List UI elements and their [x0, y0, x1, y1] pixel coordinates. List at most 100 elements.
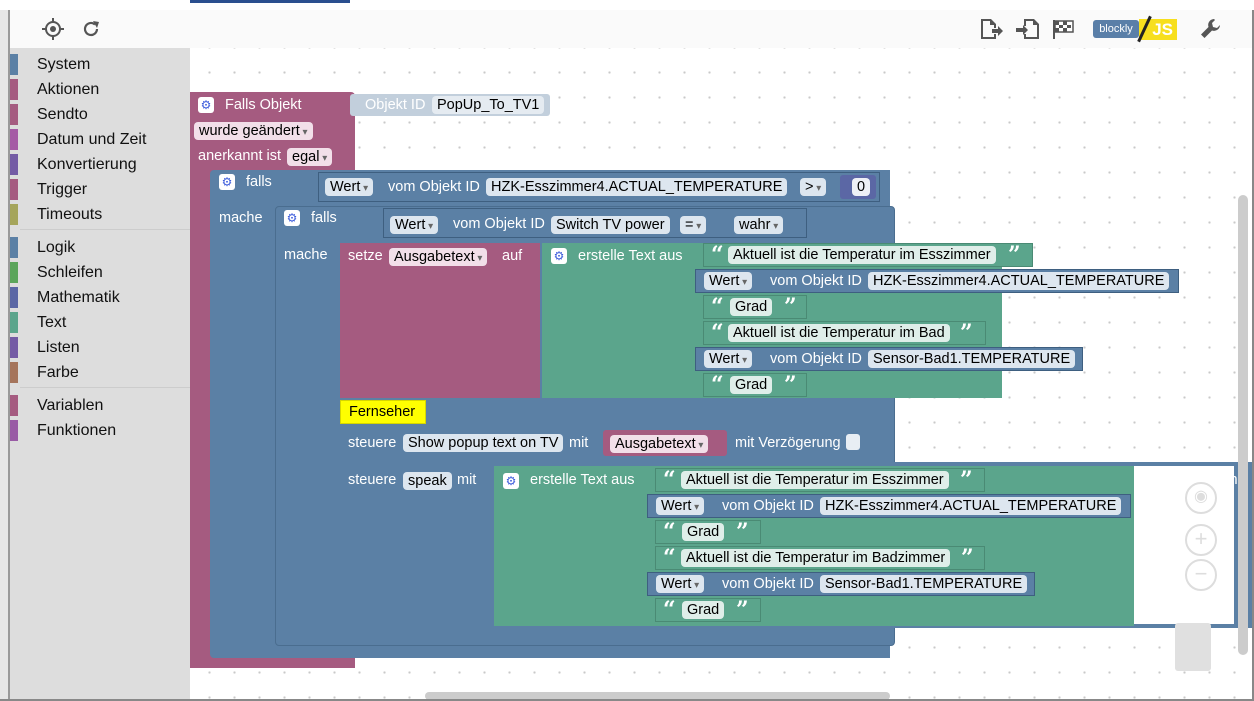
- close-quote-icon: ”: [784, 372, 797, 398]
- trigger-title: Falls Objekt: [225, 97, 302, 113]
- vom-objekt-label: vom Objekt ID: [722, 498, 814, 514]
- ack-label: anerkannt ist: [198, 148, 282, 164]
- wert-dropdown[interactable]: Wert: [704, 272, 753, 290]
- category-color-swatch: [10, 79, 18, 100]
- ack-dropdown[interactable]: egal: [287, 148, 333, 166]
- vertical-scrollbar[interactable]: [1238, 195, 1248, 655]
- gear-icon[interactable]: ⚙: [198, 97, 214, 113]
- window-left-edge: [0, 0, 10, 701]
- text-field[interactable]: Grad: [682, 523, 725, 541]
- object-id-field[interactable]: HZK-Esszimmer4.ACTUAL_TEMPERATURE: [868, 272, 1170, 290]
- category-color-swatch: [10, 420, 18, 441]
- objekt-id-field[interactable]: PopUp_To_TV1: [432, 96, 545, 114]
- wert-dropdown[interactable]: Wert: [656, 575, 705, 593]
- toolbox-category-system[interactable]: System: [10, 52, 190, 77]
- control-target-field[interactable]: Show popup text on TV: [403, 434, 564, 452]
- close-quote-icon: ”: [736, 597, 749, 623]
- text-field[interactable]: Aktuell ist die Temperatur im Bad: [728, 324, 950, 342]
- delay-checkbox[interactable]: [846, 434, 860, 450]
- blockly-workspace[interactable]: ⚙ Falls Objekt Objekt ID PopUp_To_TV1 wu…: [190, 48, 1252, 701]
- category-label: Datum und Zeit: [37, 131, 147, 148]
- text-field[interactable]: Grad: [682, 601, 725, 619]
- open-quote-icon: “: [711, 320, 724, 346]
- category-color-swatch: [10, 54, 18, 75]
- blockly-label: blockly: [1093, 20, 1139, 38]
- category-label: Sendto: [37, 106, 88, 123]
- change-dropdown[interactable]: wurde geändert: [194, 122, 313, 140]
- editor-toolbar: blockly JS: [10, 10, 1252, 49]
- close-quote-icon: ”: [961, 545, 974, 571]
- variable-dropdown[interactable]: Ausgabetext: [610, 435, 709, 453]
- toolbox-category-schleifen[interactable]: Schleifen: [10, 260, 190, 285]
- number-field[interactable]: 0: [852, 178, 871, 196]
- mache-label: mache: [219, 210, 263, 226]
- gear-icon[interactable]: ⚙: [503, 473, 519, 489]
- object-id-field[interactable]: Sensor-Bad1.TEMPERATURE: [820, 575, 1028, 593]
- operator-dropdown[interactable]: =: [680, 216, 707, 234]
- text-field[interactable]: Aktuell ist die Temperatur im Esszimmer: [681, 471, 949, 489]
- toolbox-category-konvertierung[interactable]: Konvertierung: [10, 152, 190, 177]
- toolbox-separator: [20, 387, 190, 388]
- boolean-dropdown[interactable]: wahr: [734, 216, 784, 234]
- control-speak-bottom: [340, 628, 370, 638]
- wert-dropdown[interactable]: Wert: [704, 350, 753, 368]
- toolbox-category-logik[interactable]: Logik: [10, 235, 190, 260]
- zoom-out-icon[interactable]: −: [1185, 559, 1217, 591]
- text-field[interactable]: Aktuell ist die Temperatur im Badzimmer: [681, 549, 951, 567]
- category-color-swatch: [10, 312, 18, 333]
- category-label: Mathematik: [37, 289, 120, 306]
- text-field[interactable]: Grad: [730, 376, 773, 394]
- active-tab-indicator[interactable]: [190, 0, 350, 3]
- toolbox-category-listen[interactable]: Listen: [10, 335, 190, 360]
- object-id-field[interactable]: Sensor-Bad1.TEMPERATURE: [868, 350, 1076, 368]
- operator-dropdown[interactable]: >: [800, 178, 827, 196]
- toolbox-category-timeouts[interactable]: Timeouts: [10, 202, 190, 227]
- object-id-field[interactable]: HZK-Esszimmer4.ACTUAL_TEMPERATURE: [486, 178, 788, 196]
- toolbox-category-farbe[interactable]: Farbe: [10, 360, 190, 385]
- wrench-icon[interactable]: [1200, 18, 1222, 40]
- falls-label: falls: [246, 174, 272, 190]
- text-field[interactable]: Grad: [730, 298, 773, 316]
- comment-block[interactable]: Fernseher: [340, 400, 426, 424]
- wert-dropdown[interactable]: Wert: [325, 178, 374, 196]
- toolbox-category-text[interactable]: Text: [10, 310, 190, 335]
- wert-dropdown[interactable]: Wert: [390, 216, 439, 234]
- toolbox-category-datum[interactable]: Datum und Zeit: [10, 127, 190, 152]
- blockly-js-icon[interactable]: blockly JS: [1093, 15, 1177, 43]
- close-quote-icon: ”: [736, 519, 749, 545]
- toolbox-category-variablen[interactable]: Variablen: [10, 393, 190, 418]
- toolbox-category-funktionen[interactable]: Funktionen: [10, 418, 190, 443]
- object-id-field[interactable]: Switch TV power: [551, 216, 670, 234]
- open-quote-icon: “: [711, 294, 724, 320]
- category-label: Text: [37, 314, 67, 331]
- zoom-in-icon[interactable]: +: [1185, 524, 1217, 556]
- refresh-icon[interactable]: [80, 18, 102, 40]
- toolbox-category-aktionen[interactable]: Aktionen: [10, 77, 190, 102]
- toolbox-category-sendto[interactable]: Sendto: [10, 102, 190, 127]
- category-color-swatch: [10, 287, 18, 308]
- trash-can-icon[interactable]: [1175, 623, 1211, 671]
- export-icon[interactable]: [979, 18, 1003, 40]
- tab-strip: [0, 0, 1254, 10]
- delay-label: mit Verzögerung: [735, 435, 841, 451]
- toolbox-category-mathematik[interactable]: Mathematik: [10, 285, 190, 310]
- close-quote-icon: ”: [960, 320, 973, 346]
- crosshair-icon[interactable]: [42, 18, 64, 40]
- blockly-toolbox: System Aktionen Sendto Datum und Zeit Ko…: [10, 48, 190, 701]
- gear-icon[interactable]: ⚙: [284, 210, 300, 226]
- wert-dropdown[interactable]: Wert: [656, 497, 705, 515]
- mache-label: mache: [284, 247, 328, 263]
- set-variable-block[interactable]: [340, 243, 540, 398]
- object-id-field[interactable]: HZK-Esszimmer4.ACTUAL_TEMPERATURE: [820, 497, 1122, 515]
- text-field[interactable]: Aktuell ist die Temperatur im Esszimmer: [728, 246, 996, 264]
- import-icon[interactable]: [1016, 18, 1039, 40]
- zoom-reset-icon[interactable]: ◉: [1185, 482, 1217, 514]
- gear-icon[interactable]: ⚙: [219, 174, 235, 190]
- toolbox-category-trigger[interactable]: Trigger: [10, 177, 190, 202]
- category-label: Aktionen: [37, 81, 100, 98]
- finish-flag-icon[interactable]: [1052, 18, 1074, 40]
- gear-icon[interactable]: ⚙: [551, 248, 567, 264]
- mit-label: mit: [569, 435, 589, 451]
- variable-dropdown[interactable]: Ausgabetext: [389, 248, 488, 266]
- control-target-field[interactable]: speak: [403, 472, 452, 490]
